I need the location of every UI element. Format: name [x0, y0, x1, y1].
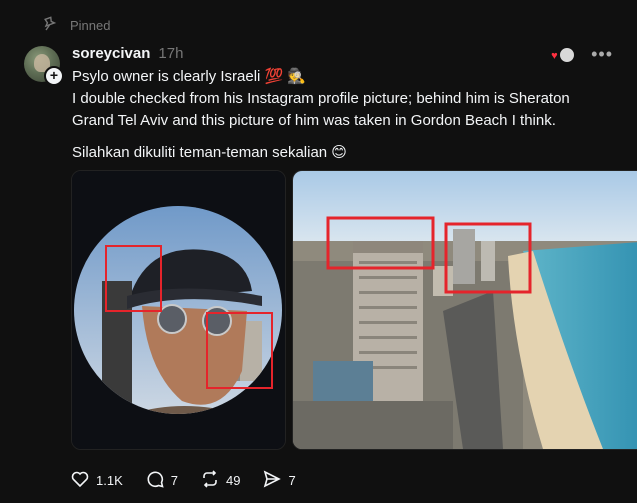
comment-icon [145, 469, 165, 492]
media-image-profile[interactable] [71, 170, 286, 450]
follow-plus-icon[interactable]: + [44, 66, 64, 86]
post-header: soreycivan 17h [72, 45, 183, 62]
username[interactable]: soreycivan [72, 45, 150, 62]
share-button[interactable]: 7 [262, 469, 296, 492]
repost-count: 49 [225, 473, 241, 488]
post-top-right: ♥ ••• [551, 44, 613, 65]
more-options-icon[interactable]: ••• [591, 44, 613, 65]
media-image-skyline[interactable] [292, 170, 637, 450]
heart-icon: ♥ [551, 49, 558, 62]
pinned-label: Pinned [70, 18, 111, 33]
post-body: Psylo owner is clearly Israeli 💯 🕵️ I do… [72, 66, 612, 132]
timestamp[interactable]: 17h [158, 45, 183, 62]
post-actions: 1.1K 7 49 7 [70, 469, 296, 492]
liker-avatar [559, 46, 576, 63]
heart-outline-icon [70, 469, 90, 492]
share-icon [262, 469, 282, 492]
reply-button[interactable]: 7 [145, 469, 178, 492]
like-count: 1.1K [96, 473, 123, 488]
pin-icon [42, 16, 58, 35]
share-count: 7 [288, 473, 296, 488]
liked-by-avatars[interactable]: ♥ [551, 46, 576, 64]
author-avatar[interactable]: + [24, 46, 64, 86]
post-line-2: I double checked from his Instagram prof… [72, 90, 570, 129]
reply-count: 7 [170, 473, 178, 488]
repost-icon [200, 469, 220, 492]
post-media [71, 170, 637, 450]
repost-button[interactable]: 49 [200, 469, 240, 492]
post-line-1: Psylo owner is clearly Israeli 💯 🕵️ [72, 68, 307, 85]
post-body-2: Silahkan dikuliti teman-teman sekalian 😊 [72, 142, 612, 164]
like-button[interactable]: 1.1K [70, 469, 123, 492]
pinned-indicator: Pinned [42, 16, 110, 35]
post-line-3: Silahkan dikuliti teman-teman sekalian 😊 [72, 144, 347, 161]
